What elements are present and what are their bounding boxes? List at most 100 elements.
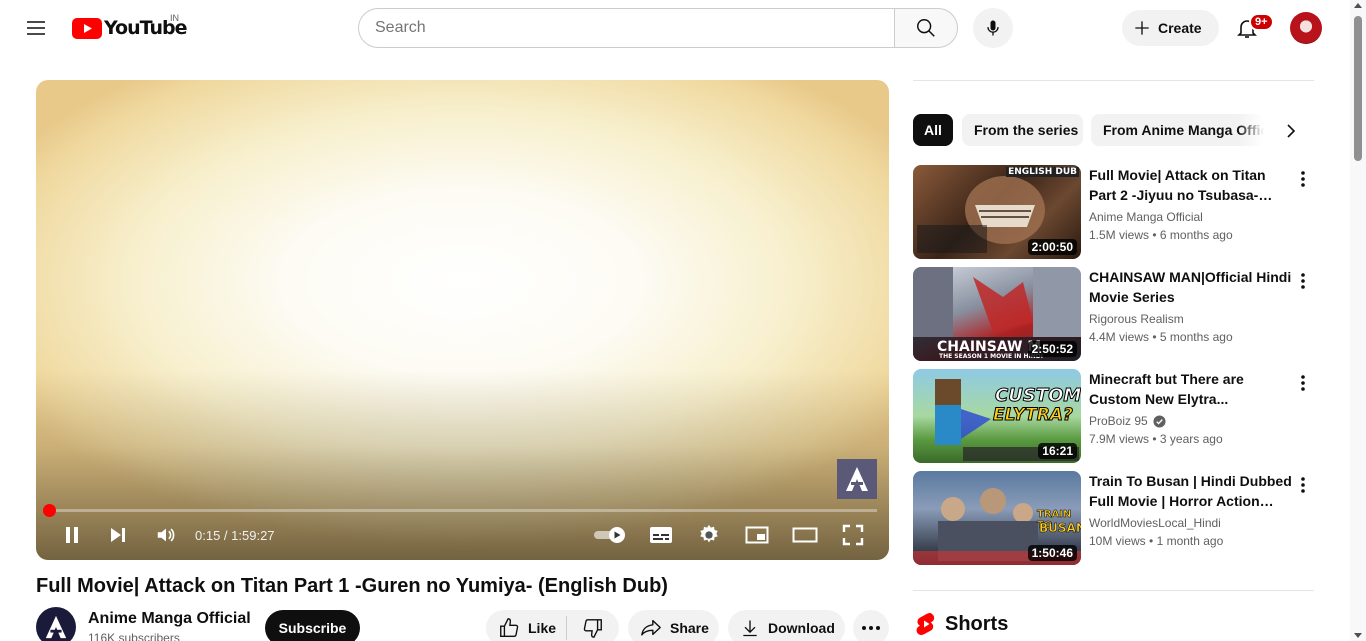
recommendation-item[interactable]: CUSTOM ELYTRA? 16:21 Minecraft but There… <box>913 369 1314 463</box>
account-avatar[interactable] <box>1290 12 1322 44</box>
upload-age: 3 years ago <box>1159 432 1223 446</box>
video-thumbnail[interactable]: TRAIN TO BUSAN 1:50:46 <box>913 471 1081 565</box>
video-title[interactable]: CHAINSAW MAN|Official Hindi Movie Series <box>1089 267 1295 307</box>
channel-name[interactable]: Anime Manga Official <box>1089 210 1203 224</box>
subtitles-button[interactable] <box>648 523 674 547</box>
video-thumbnail[interactable]: ENGLISH DUB 2:00:50 <box>913 165 1081 259</box>
video-meta: 4.4M views • 5 months ago <box>1089 330 1233 344</box>
thumbnail-sublabel: BUSAN <box>1039 521 1081 536</box>
search-icon <box>917 19 935 37</box>
channel-avatar[interactable] <box>36 607 76 641</box>
scroll-thumb[interactable] <box>1354 16 1362 161</box>
chip-all[interactable]: All <box>913 114 953 146</box>
scrubber-handle[interactable] <box>43 504 56 517</box>
video-title[interactable]: Minecraft but There are Custom New Elytr… <box>1089 369 1295 409</box>
chevron-right-icon <box>1287 124 1296 138</box>
download-button[interactable]: Download <box>728 610 845 641</box>
verified-badge-icon <box>1153 414 1166 428</box>
volume-icon <box>157 528 175 542</box>
thumbs-down-icon <box>583 619 602 638</box>
kebab-menu-button[interactable] <box>1295 271 1311 291</box>
thumbnail-sublabel: ELYTRA? <box>993 405 1074 426</box>
sidebar-section-divider <box>913 590 1314 591</box>
dislike-button[interactable] <box>567 610 619 641</box>
menu-icon[interactable] <box>24 16 48 40</box>
chip-from-channel[interactable]: From Anime Manga Official <box>1091 114 1264 146</box>
autoplay-toggle-icon <box>594 527 625 543</box>
subscribe-button[interactable]: Subscribe <box>265 610 360 641</box>
create-label: Create <box>1158 20 1202 36</box>
video-thumbnail[interactable]: CHAINSAW M THE SEASON 1 MOVIE IN HINDI 2… <box>913 267 1081 361</box>
theater-mode-icon <box>792 527 818 543</box>
more-vertical-icon <box>1301 273 1305 289</box>
more-horizontal-icon <box>862 626 880 630</box>
channel-name[interactable]: WorldMoviesLocal_Hindi <box>1089 516 1221 530</box>
video-player[interactable]: 0:15 / 1:59:27 <box>36 80 889 560</box>
more-actions-button[interactable] <box>853 610 889 641</box>
fullscreen-button[interactable] <box>840 523 866 547</box>
like-label: Like <box>528 620 557 636</box>
video-duration: 16:21 <box>1038 443 1077 459</box>
share-arrow-icon <box>641 619 661 636</box>
scroll-down-arrow-icon[interactable] <box>1354 633 1362 638</box>
channel-watermark[interactable] <box>837 459 877 499</box>
create-button[interactable]: Create <box>1122 10 1219 46</box>
video-thumbnail[interactable]: CUSTOM ELYTRA? 16:21 <box>913 369 1081 463</box>
progress-bar[interactable] <box>48 509 877 512</box>
current-time: 0:15 <box>195 528 221 543</box>
channel-logo-icon <box>45 615 67 639</box>
channel-name[interactable]: Rigorous Realism <box>1089 312 1184 326</box>
video-duration: 2:00:50 <box>1027 239 1077 255</box>
share-label: Share <box>670 620 709 636</box>
recommendation-item[interactable]: ENGLISH DUB 2:00:50 Full Movie| Attack o… <box>913 165 1314 259</box>
share-button[interactable]: Share <box>628 610 719 641</box>
page-scrollbar[interactable] <box>1350 0 1366 641</box>
thumbs-up-icon <box>500 618 519 637</box>
view-count: 10M views <box>1089 534 1146 548</box>
time-separator: / <box>220 528 232 543</box>
search-button[interactable] <box>894 8 958 48</box>
autoplay-toggle[interactable] <box>592 523 628 547</box>
upload-age: 6 months ago <box>1159 228 1233 242</box>
sidebar-top-divider <box>913 80 1314 81</box>
upload-age: 5 months ago <box>1159 330 1233 344</box>
more-vertical-icon <box>1301 171 1305 187</box>
like-button[interactable]: Like <box>486 610 566 641</box>
video-meta: 1.5M views • 6 months ago <box>1089 228 1233 242</box>
channel-row: ProBoiz 95 <box>1089 414 1166 428</box>
shorts-heading[interactable]: Shorts <box>915 612 1008 636</box>
channel-name[interactable]: Anime Manga Official <box>88 610 251 628</box>
upload-age: 1 month ago <box>1156 534 1224 548</box>
search-input[interactable] <box>358 8 895 48</box>
next-button[interactable] <box>106 523 130 547</box>
theater-mode-button[interactable] <box>792 523 818 547</box>
video-title[interactable]: Train To Busan | Hindi Dubbed Full Movie… <box>1089 471 1295 511</box>
video-duration: 1:50:46 <box>1027 545 1077 561</box>
pause-button[interactable] <box>60 523 84 547</box>
scroll-up-arrow-icon[interactable] <box>1354 3 1362 8</box>
kebab-menu-button[interactable] <box>1295 373 1311 393</box>
kebab-menu-button[interactable] <box>1295 169 1311 189</box>
chips-next-button[interactable] <box>1280 120 1302 142</box>
recommendation-item[interactable]: TRAIN TO BUSAN 1:50:46 Train To Busan | … <box>913 471 1314 565</box>
plus-icon <box>1135 21 1149 35</box>
region-code: IN <box>170 13 179 23</box>
time-display: 0:15 / 1:59:27 <box>195 528 275 543</box>
chip-from-the-series[interactable]: From the series <box>962 114 1083 146</box>
miniplayer-button[interactable] <box>744 523 770 547</box>
miniplayer-icon <box>745 526 769 544</box>
channel-name[interactable]: ProBoiz 95 <box>1089 414 1148 428</box>
video-title[interactable]: Full Movie| Attack on Titan Part 2 -Jiyu… <box>1089 165 1295 205</box>
voice-search-button[interactable] <box>973 8 1013 48</box>
channel-logo-icon <box>846 467 868 491</box>
kebab-menu-button[interactable] <box>1295 475 1311 495</box>
mute-button[interactable] <box>154 523 178 547</box>
settings-button[interactable] <box>696 523 722 547</box>
recommendation-item[interactable]: CHAINSAW M THE SEASON 1 MOVIE IN HINDI 2… <box>913 267 1314 361</box>
notification-badge: 9+ <box>1249 13 1274 31</box>
gear-icon <box>700 524 718 543</box>
subtitles-icon <box>650 527 672 543</box>
view-count: 7.9M views <box>1089 432 1150 446</box>
video-title: Full Movie| Attack on Titan Part 1 -Gure… <box>36 575 668 597</box>
view-count: 1.5M views <box>1089 228 1150 242</box>
